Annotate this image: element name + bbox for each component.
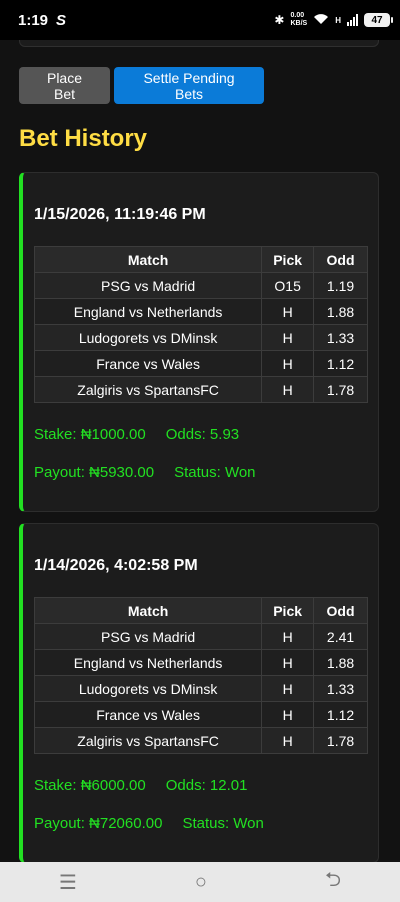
odd-cell: 1.19	[313, 272, 368, 299]
recent-apps-icon[interactable]: ☰	[59, 870, 77, 895]
table-row: Ludogorets vs DMinsk H 1.33	[33, 324, 368, 351]
bet-date: 1/14/2026, 4:02:58 PM	[34, 557, 198, 574]
settle-pending-bets-button[interactable]: Settle Pending Bets	[114, 67, 264, 104]
page-title: Bet History	[19, 125, 148, 152]
pick-cell: H	[261, 675, 315, 702]
action-buttons: Place Bet Settle Pending Bets	[19, 67, 264, 104]
table-header-row: Match Pick Odd	[33, 246, 368, 273]
network-speed: 0.00 KB/S	[290, 12, 308, 27]
table-row: England vs Netherlands H 1.88	[33, 298, 368, 325]
odd-cell: 1.78	[313, 727, 368, 754]
carrier-icon: S	[56, 11, 67, 29]
network-type-label: H	[335, 15, 341, 25]
pick-cell: H	[261, 701, 315, 728]
bet-card: 1/15/2026, 11:19:46 PM Match Pick Odd PS…	[19, 172, 379, 512]
pick-cell: H	[261, 727, 315, 754]
table-row: Zalgiris vs SpartansFC H 1.78	[33, 376, 368, 403]
match-cell: England vs Netherlands	[33, 298, 263, 325]
bet-date: 1/15/2026, 11:19:46 PM	[34, 206, 206, 223]
stake-odds-line: Stake: ₦6000.00 Odds: 12.01	[34, 777, 247, 794]
odd-cell: 1.33	[313, 675, 368, 702]
column-header-odd: Odd	[313, 597, 368, 624]
pick-cell: O15	[261, 272, 315, 299]
pick-cell: H	[261, 649, 315, 676]
status-text: Status: Won	[174, 464, 256, 481]
payout-status-line: Payout: ₦5930.00 Status: Won	[34, 464, 256, 481]
pick-cell: H	[261, 324, 315, 351]
signal-icon	[347, 14, 358, 26]
main-content: Place Bet Settle Pending Bets Bet Histor…	[0, 40, 400, 862]
battery-icon: 47	[364, 13, 393, 27]
match-cell: Ludogorets vs DMinsk	[33, 675, 263, 702]
odd-cell: 2.41	[313, 623, 368, 650]
pick-cell: H	[261, 350, 315, 377]
column-header-match: Match	[33, 597, 263, 624]
odd-cell: 1.12	[313, 350, 368, 377]
match-cell: England vs Netherlands	[33, 649, 263, 676]
table-row: PSG vs Madrid H 2.41	[33, 623, 368, 650]
stake-odds-line: Stake: ₦1000.00 Odds: 5.93	[34, 426, 239, 443]
odd-cell: 1.88	[313, 649, 368, 676]
previous-card	[19, 40, 379, 47]
payout-status-line: Payout: ₦72060.00 Status: Won	[34, 815, 264, 832]
stake-text: Stake: ₦6000.00	[34, 777, 146, 794]
wifi-icon	[313, 13, 329, 28]
stake-text: Stake: ₦1000.00	[34, 426, 146, 443]
match-cell: Ludogorets vs DMinsk	[33, 324, 263, 351]
odd-cell: 1.78	[313, 376, 368, 403]
pick-cell: H	[261, 623, 315, 650]
clock: 1:19	[18, 11, 49, 29]
bet-card: 1/14/2026, 4:02:58 PM Match Pick Odd PSG…	[19, 523, 379, 862]
match-cell: PSG vs Madrid	[33, 623, 263, 650]
table-row: Ludogorets vs DMinsk H 1.33	[33, 675, 368, 702]
table-row: Zalgiris vs SpartansFC H 1.78	[33, 727, 368, 754]
column-header-pick: Pick	[261, 597, 315, 624]
match-cell: Zalgiris vs SpartansFC	[33, 376, 263, 403]
home-icon[interactable]: ○	[195, 871, 207, 894]
column-header-pick: Pick	[261, 246, 315, 273]
total-odds-text: Odds: 5.93	[165, 426, 240, 443]
odd-cell: 1.33	[313, 324, 368, 351]
pick-cell: H	[261, 376, 315, 403]
table-row: England vs Netherlands H 1.88	[33, 649, 368, 676]
table-row: France vs Wales H 1.12	[33, 350, 368, 377]
status-text: Status: Won	[182, 815, 264, 832]
table-header-row: Match Pick Odd	[33, 597, 368, 624]
odd-cell: 1.12	[313, 701, 368, 728]
table-row: PSG vs Madrid O15 1.19	[33, 272, 368, 299]
system-navigation-bar: ☰ ○ ⮌	[0, 862, 400, 902]
pick-cell: H	[261, 298, 315, 325]
match-cell: Zalgiris vs SpartansFC	[33, 727, 263, 754]
match-cell: France vs Wales	[33, 701, 263, 728]
match-cell: France vs Wales	[33, 350, 263, 377]
column-header-match: Match	[33, 246, 263, 273]
match-cell: PSG vs Madrid	[33, 272, 263, 299]
bluetooth-icon: ✱	[274, 13, 285, 27]
bet-table: Match Pick Odd PSG vs Madrid O15 1.19 En…	[33, 246, 368, 403]
place-bet-button[interactable]: Place Bet	[19, 67, 110, 104]
table-row: France vs Wales H 1.12	[33, 701, 368, 728]
payout-text: Payout: ₦5930.00	[34, 464, 155, 481]
payout-text: Payout: ₦72060.00	[34, 815, 163, 832]
odd-cell: 1.88	[313, 298, 368, 325]
total-odds-text: Odds: 12.01	[165, 777, 248, 794]
status-bar: 1:19 S ✱ 0.00 KB/S H 47	[0, 0, 400, 40]
bet-table: Match Pick Odd PSG vs Madrid H 2.41 Engl…	[33, 597, 368, 754]
back-icon[interactable]: ⮌	[325, 865, 341, 899]
column-header-odd: Odd	[313, 246, 368, 273]
